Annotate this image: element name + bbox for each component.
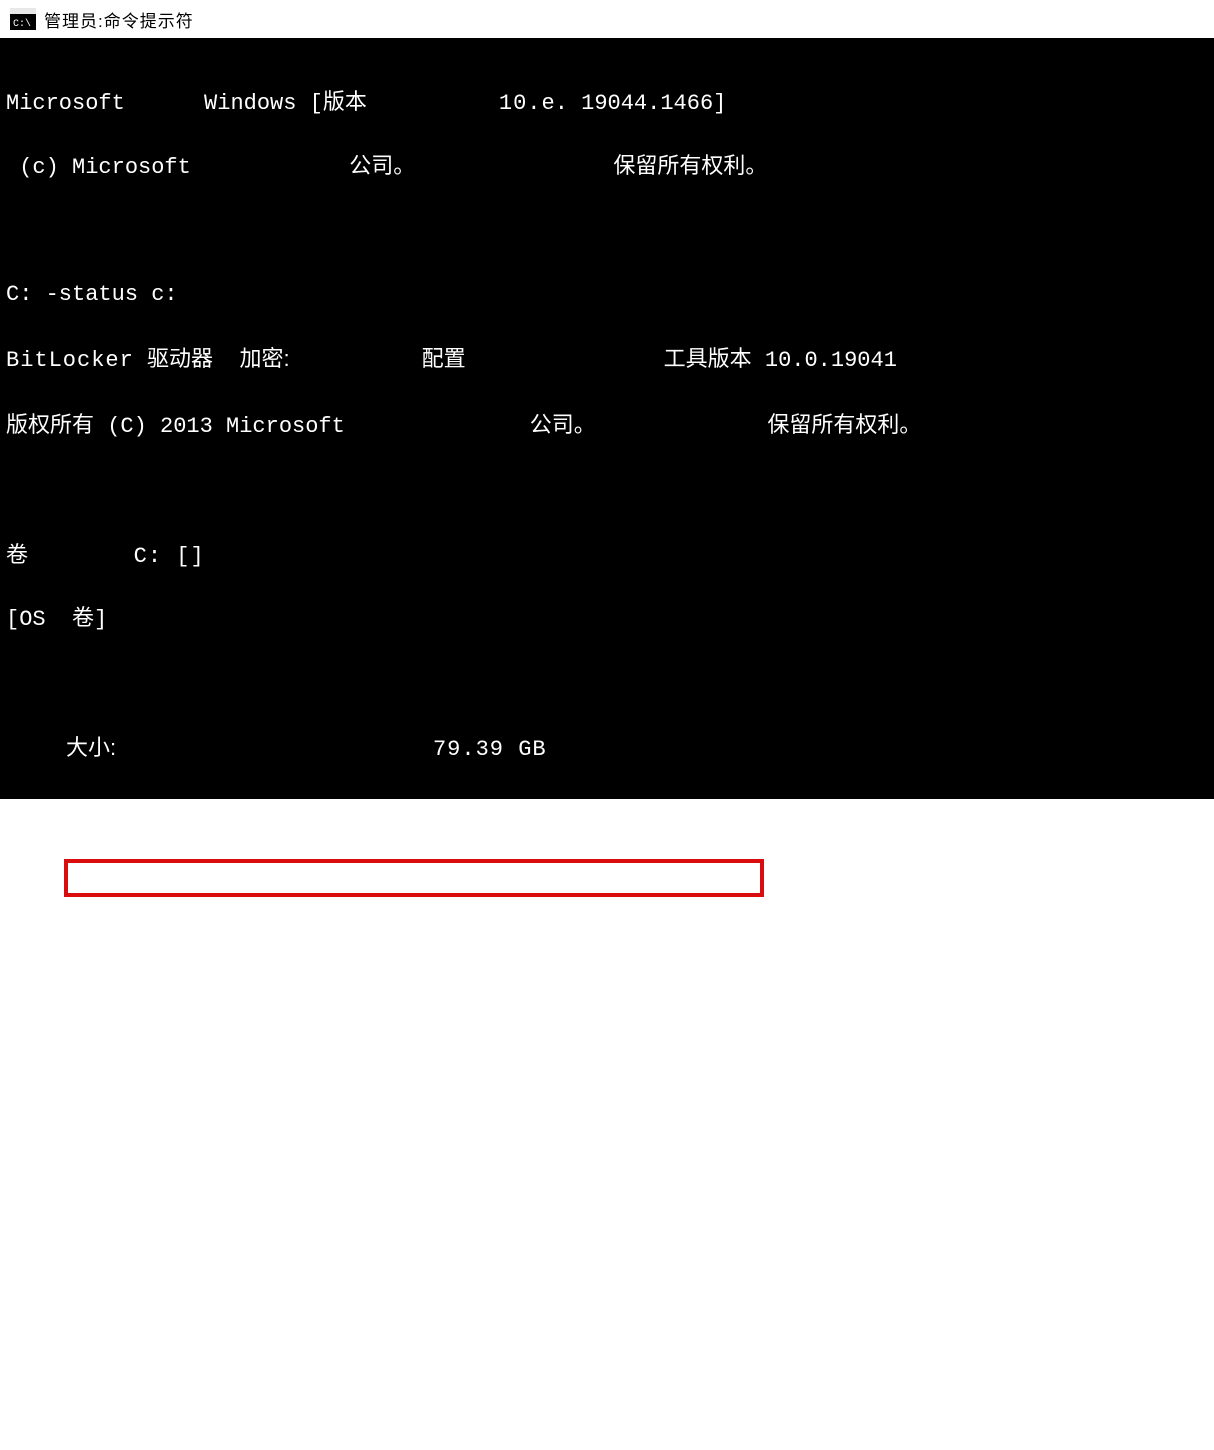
os-header-line-2: (c) Microsoft 公司。 保留所有权利。	[6, 152, 1208, 184]
lock-status-row: Lock 状态: 解锁	[6, 1123, 1208, 1157]
volume-header-line: 卷 C: []	[6, 539, 1208, 573]
svg-text:C:\: C:\	[13, 18, 31, 30]
key-protector-password: 数值的 Password	[6, 1320, 1208, 1354]
key-protector-tpm: TPM	[6, 1386, 1208, 1418]
key-protectors-header: 键 保护:	[6, 1254, 1208, 1288]
os-header-line-1: Microsoft Windows [版本 10.e. 19044.1466]	[6, 88, 1208, 120]
conversion-status-row: Conversion Status: Used Space Only Encry…	[6, 862, 1208, 894]
size-row: 大小: 79.39 GB	[6, 732, 1208, 766]
titlebar[interactable]: C:\ 管理员:命令提示符	[0, 0, 1214, 38]
percent-row: 百分比 加密:180.0%	[6, 925, 1208, 959]
os-volume-line: [OS 卷]	[6, 604, 1208, 636]
identification-row: 鉴定 田: 未知	[6, 1189, 1208, 1223]
encryption-method-row: 加密方法: XTS-AES 128	[6, 991, 1208, 1025]
command-line: C: -status c:	[6, 279, 1208, 311]
blank-line	[6, 668, 1208, 700]
bitlocker-version-row: BitLocker 版本: 2.0	[6, 798, 1208, 830]
window-title: 管理员:命令提示符	[44, 7, 194, 32]
terminal-body[interactable]: Microsoft Windows [版本 10.e. 19044.1466] …	[0, 38, 1214, 799]
blank-line	[6, 215, 1208, 247]
blank-line	[6, 475, 1208, 507]
bitlocker-tool-line: BitLocker 驱动器 加密: 配置 工具版本 10.0.19041	[6, 343, 1208, 377]
copyright-line: 版权所有 (C) 2013 Microsoft 公司。 保留所有权利。	[6, 409, 1208, 443]
protection-status-row: 保护 状态: 保护 打开	[6, 1057, 1208, 1091]
cmd-prompt-icon: C:\	[10, 8, 36, 30]
